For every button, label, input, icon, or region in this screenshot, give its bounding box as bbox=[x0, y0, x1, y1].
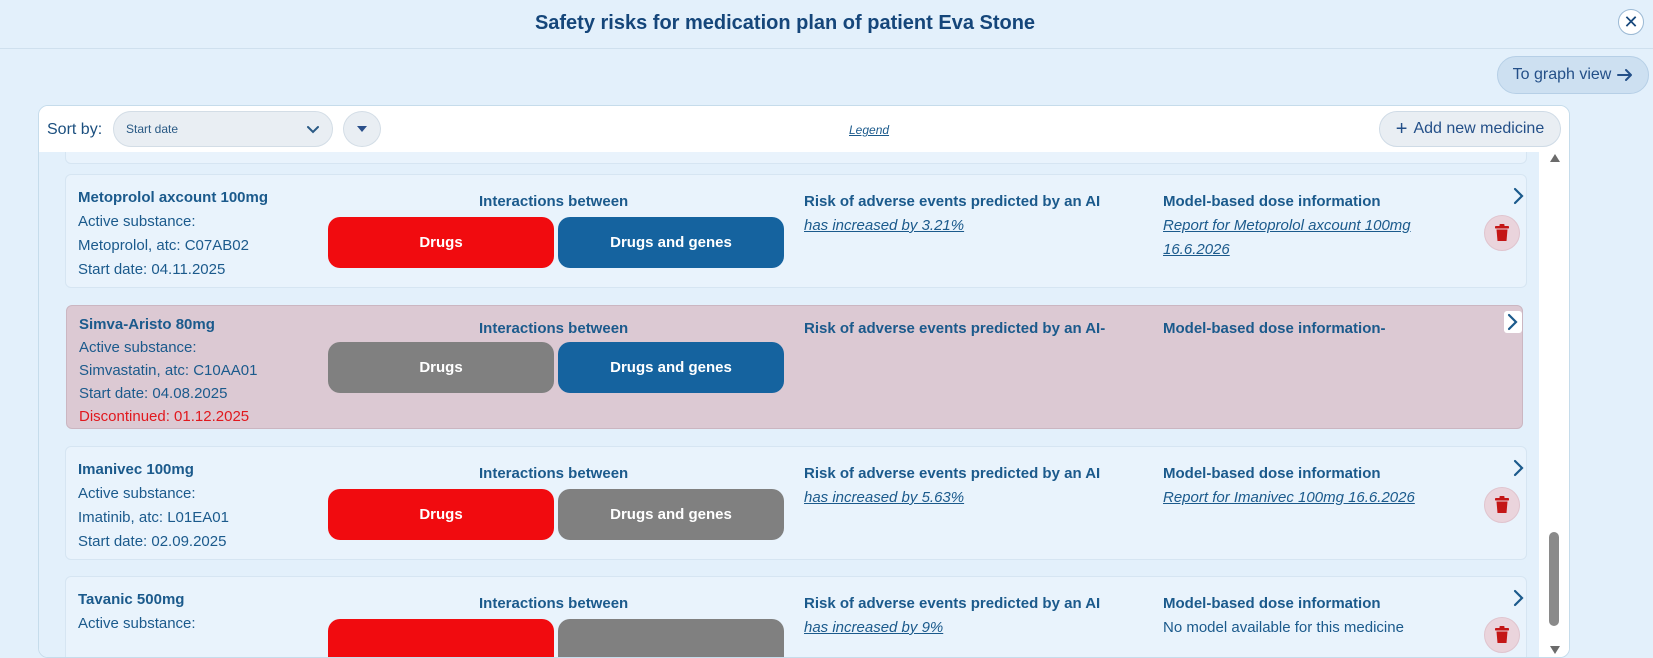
close-button[interactable]: ✕ bbox=[1618, 9, 1644, 35]
scrollbar[interactable] bbox=[1541, 152, 1569, 657]
dose-info-title: Model-based dose information- bbox=[1163, 320, 1386, 337]
medicine-list: Metoprolol axcount 100mg Active substanc… bbox=[39, 152, 1539, 657]
to-graph-view-button[interactable]: To graph view bbox=[1497, 56, 1649, 94]
active-substance-label: Active substance: bbox=[78, 485, 196, 502]
interactions-title: Interactions between bbox=[479, 595, 629, 612]
dose-report-link[interactable]: Report for Imanivec 100mg 16.6.2026 bbox=[1163, 489, 1415, 506]
drugs-genes-interaction-button[interactable]: Drugs and genes bbox=[558, 342, 784, 393]
active-substance-label: Active substance: bbox=[78, 615, 196, 632]
medicine-name: Imanivec 100mg bbox=[78, 461, 194, 478]
active-substance-label: Active substance: bbox=[78, 213, 196, 230]
medicine-card-discontinued: Simva-Aristo 80mg Active substance: Simv… bbox=[66, 305, 1523, 429]
title-bar: Safety risks for medication plan of pati… bbox=[0, 0, 1653, 49]
medicine-card: Tavanic 500mg Active substance: Interact… bbox=[65, 576, 1528, 657]
scroll-down-arrow-icon[interactable] bbox=[1550, 646, 1560, 654]
start-date: Start date: 04.08.2025 bbox=[79, 385, 228, 402]
dose-info-title: Model-based dose information bbox=[1163, 595, 1381, 612]
interactions-title: Interactions between bbox=[479, 465, 629, 482]
start-date: Start date: 02.09.2025 bbox=[78, 533, 227, 550]
drugs-interaction-button[interactable]: Drugs bbox=[328, 342, 554, 393]
graph-view-label: To graph view bbox=[1512, 66, 1612, 83]
ai-risk-title: Risk of adverse events predicted by an A… bbox=[804, 595, 1101, 612]
dose-info-title: Model-based dose information bbox=[1163, 193, 1381, 210]
interactions-title: Interactions between bbox=[479, 320, 629, 337]
panel-toolbar: Sort by: Start date Legend + Add new med… bbox=[39, 106, 1569, 152]
ai-risk-link[interactable]: has increased by 5.63% bbox=[804, 489, 964, 506]
page-title: Safety risks for medication plan of pati… bbox=[534, 12, 1036, 34]
medicine-name: Metoprolol axcount 100mg bbox=[78, 189, 269, 206]
sort-by-label: Sort by: bbox=[47, 121, 103, 138]
medicine-name: Tavanic 500mg bbox=[78, 591, 185, 608]
caret-down-icon bbox=[357, 126, 367, 132]
drugs-genes-interaction-button[interactable]: Drugs and genes bbox=[558, 217, 784, 268]
sort-select[interactable]: Start date bbox=[113, 111, 333, 147]
discontinued-date: Discontinued: 01.12.2025 bbox=[79, 408, 250, 425]
ai-risk-link[interactable]: has increased by 9% bbox=[804, 619, 943, 636]
ai-risk-title: Risk of adverse events predicted by an A… bbox=[804, 193, 1101, 210]
dose-no-model-text: No model available for this medicine bbox=[1163, 619, 1404, 636]
active-substance-label: Active substance: bbox=[79, 339, 197, 356]
medication-panel: Sort by: Start date Legend + Add new med… bbox=[38, 105, 1570, 658]
arrow-right-icon bbox=[1617, 69, 1633, 81]
plus-icon: + bbox=[1395, 117, 1408, 140]
drugs-interaction-button[interactable] bbox=[328, 619, 554, 657]
medicine-name: Simva-Aristo 80mg bbox=[79, 316, 215, 333]
legend-link[interactable]: Legend bbox=[849, 123, 889, 137]
substance-atc: Simvastatin, atc: C10AA01 bbox=[79, 362, 258, 379]
chevron-right-icon[interactable] bbox=[1510, 185, 1528, 207]
start-date: Start date: 04.11.2025 bbox=[78, 261, 226, 278]
ai-risk-link[interactable]: has increased by 3.21% bbox=[804, 217, 964, 234]
scroll-thumb[interactable] bbox=[1549, 532, 1559, 626]
dose-report-date[interactable]: 16.6.2026 bbox=[1163, 241, 1230, 258]
sort-select-value: Start date bbox=[126, 122, 179, 136]
substance-atc: Imatinib, atc: L01EA01 bbox=[78, 509, 229, 526]
delete-button[interactable] bbox=[1484, 215, 1520, 251]
trash-icon bbox=[1495, 224, 1509, 241]
substance-atc: Metoprolol, atc: C07AB02 bbox=[78, 237, 249, 254]
drugs-interaction-button[interactable]: Drugs bbox=[328, 217, 554, 268]
delete-button[interactable] bbox=[1484, 617, 1520, 653]
dose-report-link[interactable]: Report for Metoprolol axcount 100mg bbox=[1163, 217, 1411, 234]
chevron-down-icon bbox=[307, 126, 319, 134]
trash-icon bbox=[1495, 626, 1509, 643]
sort-direction-button[interactable] bbox=[343, 111, 381, 147]
interactions-title: Interactions between bbox=[479, 193, 629, 210]
drugs-genes-interaction-button[interactable]: Drugs and genes bbox=[558, 489, 784, 540]
trash-icon bbox=[1495, 496, 1509, 513]
medicine-card: Imanivec 100mg Active substance: Imatini… bbox=[65, 446, 1527, 560]
medicine-card-partial bbox=[65, 152, 1527, 164]
add-new-medicine-button[interactable]: + Add new medicine bbox=[1379, 111, 1561, 147]
add-new-medicine-label: Add new medicine bbox=[1413, 120, 1545, 137]
close-icon: ✕ bbox=[1623, 11, 1639, 32]
chevron-right-icon[interactable] bbox=[1510, 457, 1528, 479]
ai-risk-title: Risk of adverse events predicted by an A… bbox=[804, 320, 1106, 337]
ai-risk-title: Risk of adverse events predicted by an A… bbox=[804, 465, 1101, 482]
delete-button[interactable] bbox=[1484, 487, 1520, 523]
drugs-interaction-button[interactable]: Drugs bbox=[328, 489, 554, 540]
drugs-genes-interaction-button[interactable] bbox=[558, 619, 784, 657]
chevron-right-icon[interactable] bbox=[1504, 311, 1522, 333]
scroll-up-arrow-icon[interactable] bbox=[1550, 154, 1560, 162]
dose-info-title: Model-based dose information bbox=[1163, 465, 1381, 482]
medicine-card: Metoprolol axcount 100mg Active substanc… bbox=[65, 174, 1527, 288]
chevron-right-icon[interactable] bbox=[1510, 587, 1528, 609]
